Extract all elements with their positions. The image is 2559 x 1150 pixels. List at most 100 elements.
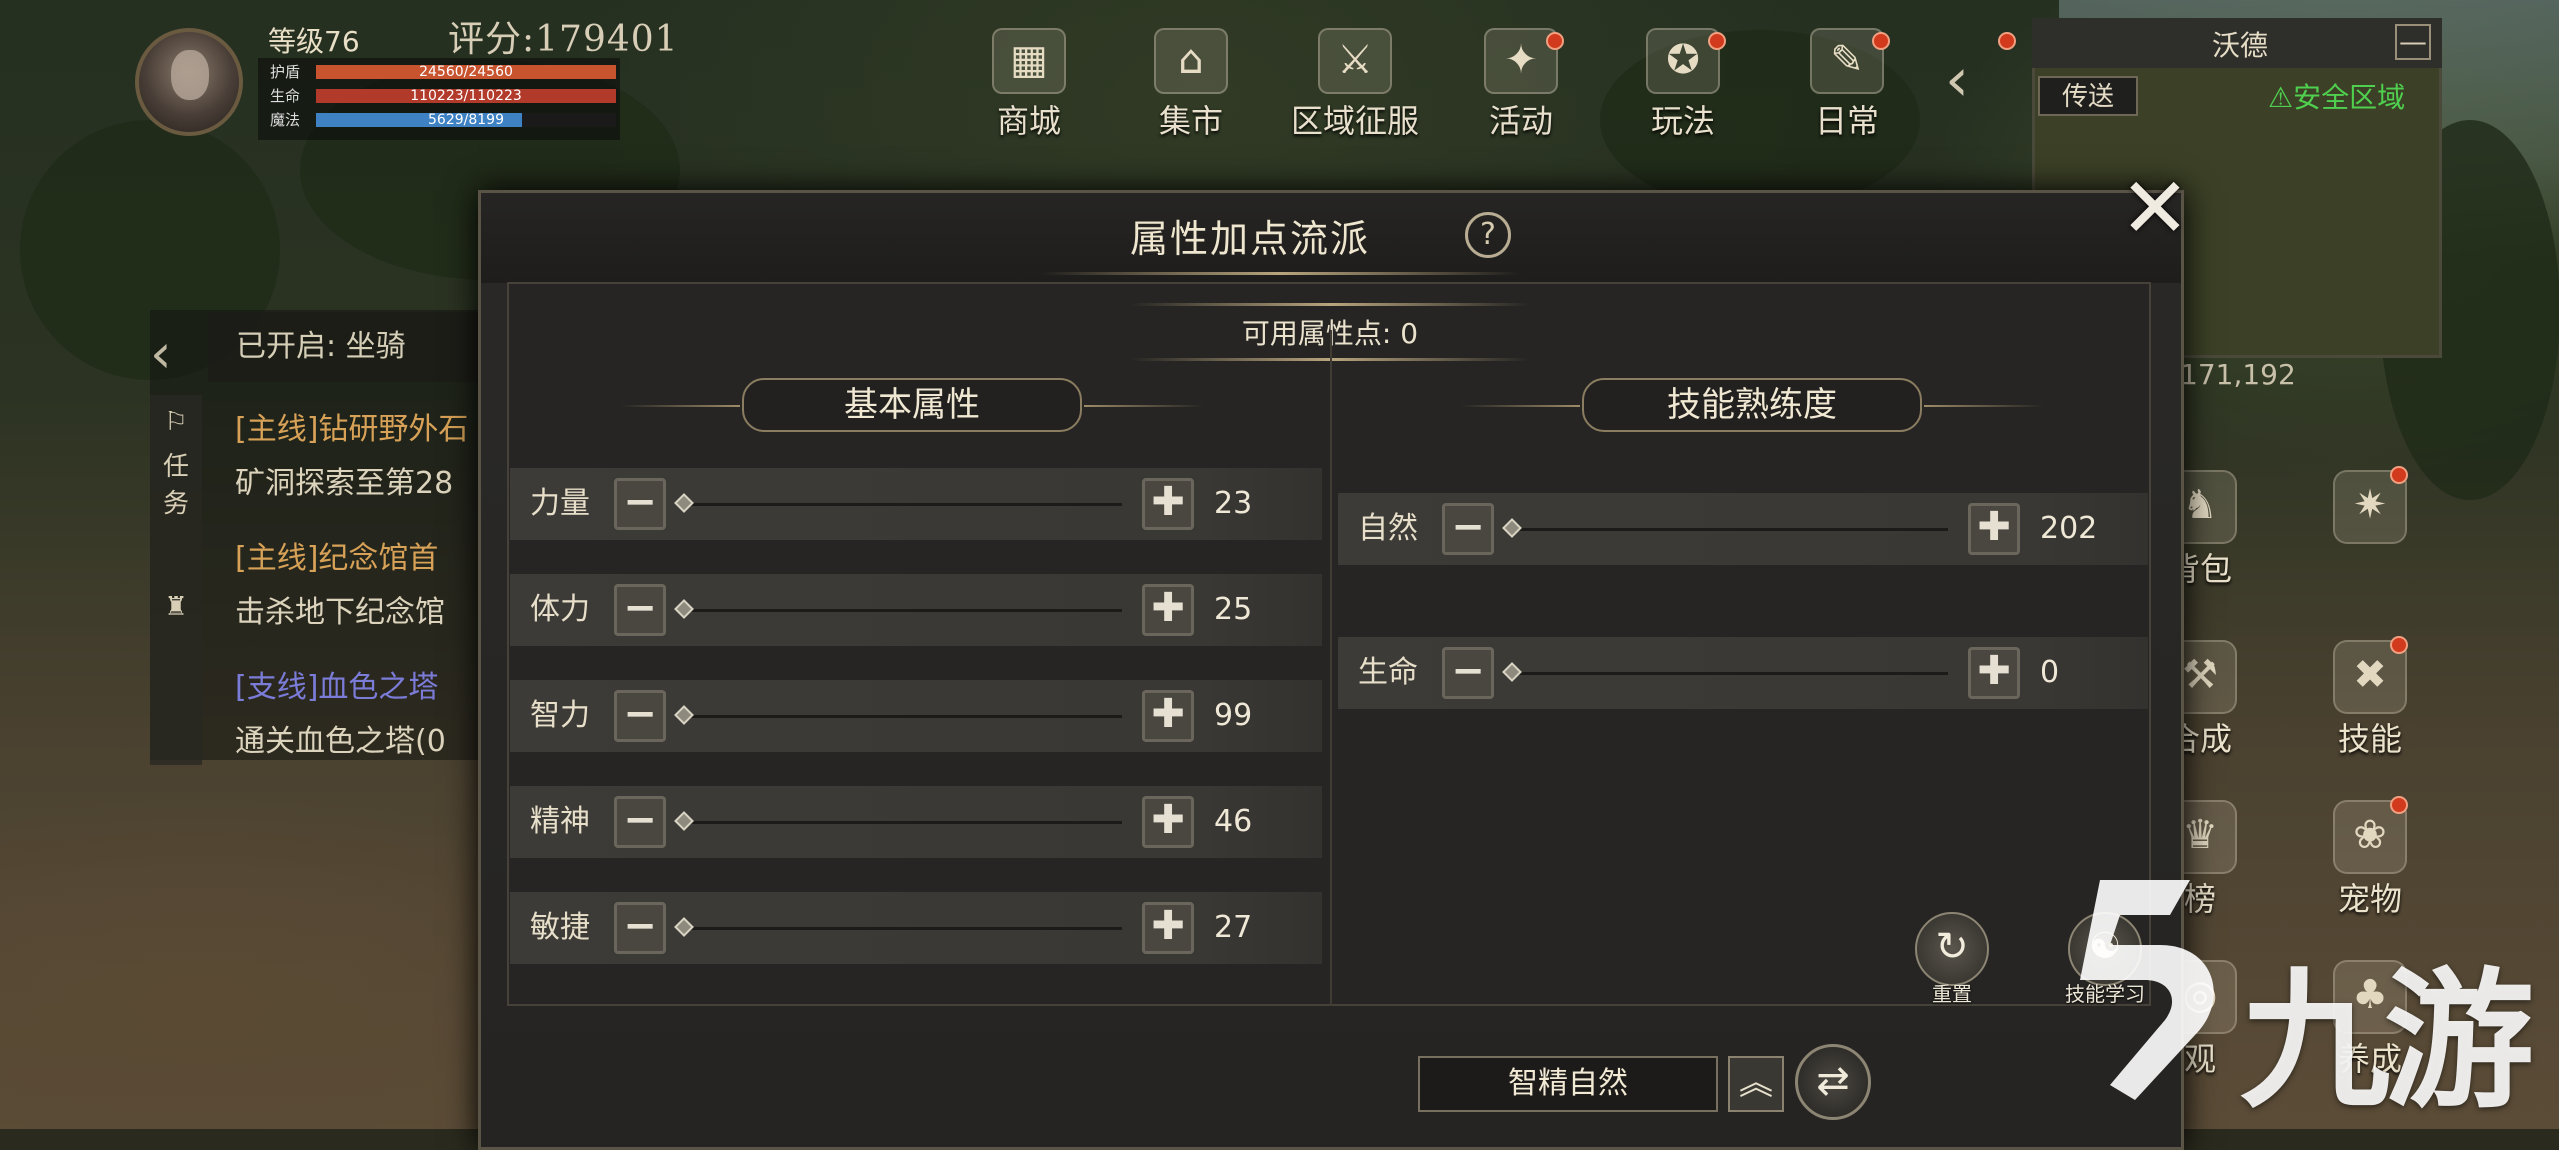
attribute-row: 自然 − ✚ 202 <box>1338 493 2148 565</box>
quest-tab-label[interactable]: 任 <box>150 450 202 484</box>
collapse-quest-icon[interactable]: ‹ <box>150 322 172 385</box>
dialog-title: 属性加点流派 <box>1129 217 1370 261</box>
side-menu-item[interactable]: ✷ <box>2310 466 2430 544</box>
quest-title[interactable]: [支线]血色之塔 <box>235 662 480 706</box>
attribute-slider-track[interactable] <box>1510 528 1948 531</box>
increase-button[interactable]: ✚ <box>1142 690 1194 742</box>
attribute-label: 自然 <box>1358 511 1418 546</box>
chevron-left-icon[interactable]: ‹ <box>1945 50 1995 110</box>
quest-title[interactable]: [主线]钻研野外石 <box>235 404 480 448</box>
player-coordinates: 171,192 <box>2180 358 2296 391</box>
side-menu-label: 技能 <box>2337 720 2402 758</box>
attribute-label: 精神 <box>530 804 590 839</box>
safe-zone-indicator: ⚠安全区域 <box>2268 76 2405 116</box>
increase-button[interactable]: ✚ <box>1142 478 1194 530</box>
attribute-slider-track[interactable] <box>682 821 1122 824</box>
topmenu-item[interactable]: ▦ 商城 <box>964 28 1094 142</box>
attribute-label: 智力 <box>530 698 590 733</box>
increase-button[interactable]: ✚ <box>1142 584 1194 636</box>
quest-tab-label[interactable]: 务 <box>150 487 202 521</box>
quest-description[interactable]: 击杀地下纪念馆 <box>235 587 480 631</box>
title-ornament <box>1040 272 1520 275</box>
attribute-slider-track[interactable] <box>1510 672 1948 675</box>
decrease-button[interactable]: − <box>1442 503 1494 555</box>
attribute-row: 力量 − ✚ 23 <box>510 468 1322 540</box>
increase-button[interactable]: ✚ <box>1968 647 2020 699</box>
preset-selector[interactable]: 智精自然 <box>1418 1056 1718 1112</box>
team-tab-icon[interactable]: ♜ <box>150 590 202 624</box>
attribute-row: 体力 − ✚ 25 <box>510 574 1322 646</box>
quest-title[interactable]: [主线]纪念馆首 <box>235 533 480 577</box>
header-ornament-right <box>1084 405 1204 407</box>
attribute-row: 智力 − ✚ 99 <box>510 680 1322 752</box>
attribute-slider-track[interactable] <box>682 715 1122 718</box>
topmenu-item[interactable]: ✪ 玩法 <box>1618 28 1748 142</box>
slider-handle[interactable] <box>674 493 694 513</box>
market-icon: ⌂ <box>1154 28 1228 94</box>
reset-icon: ↻ <box>1915 912 1989 986</box>
side-menu-item[interactable]: ✖ 技能 <box>2310 636 2430 760</box>
topmenu-label: 日常 <box>1814 102 1879 140</box>
points-ornament-top <box>1130 303 1530 306</box>
attribute-value: 202 <box>2040 511 2098 546</box>
preset-expand-button[interactable]: ︽ <box>1728 1056 1784 1112</box>
column-divider <box>1330 330 1332 1006</box>
slider-handle[interactable] <box>674 599 694 619</box>
decrease-button[interactable]: − <box>614 902 666 954</box>
slider-handle[interactable] <box>1502 662 1522 682</box>
side-menu-item[interactable]: ❀ 宠物 <box>2310 796 2430 920</box>
attribute-row: 精神 − ✚ 46 <box>510 786 1322 858</box>
slider-handle[interactable] <box>674 811 694 831</box>
decrease-button[interactable]: − <box>614 796 666 848</box>
header-ornament-left <box>1460 405 1580 407</box>
minimap-collapse-button[interactable]: — <box>2395 24 2431 60</box>
attribute-value: 99 <box>1214 698 1253 733</box>
decrease-button[interactable]: − <box>614 478 666 530</box>
stat-value: 5629/8199 <box>428 112 504 128</box>
attribute-label: 敏捷 <box>530 910 590 945</box>
attribute-slider-track[interactable] <box>682 609 1122 612</box>
side-menu-label: 宠物 <box>2337 880 2402 918</box>
topmenu-label: 区域征服 <box>1290 102 1419 140</box>
attribute-value: 27 <box>1214 910 1253 945</box>
attribute-slider-track[interactable] <box>682 927 1122 930</box>
player-avatar[interactable] <box>135 28 243 136</box>
stat-value: 110223/110223 <box>410 88 522 104</box>
slider-handle[interactable] <box>674 705 694 725</box>
topmenu-item[interactable]: ✎ 日常 <box>1782 28 1912 142</box>
quest-description[interactable]: 矿洞探索至第28 <box>235 458 480 502</box>
close-button[interactable]: ✕ <box>2115 166 2195 250</box>
topmenu-item[interactable]: ⚔ 区域征服 <box>1290 28 1420 142</box>
minimap-zone-name: 沃德 <box>2211 29 2268 62</box>
topmenu-label: 集市 <box>1158 102 1223 140</box>
increase-button[interactable]: ✚ <box>1142 902 1194 954</box>
increase-button[interactable]: ✚ <box>1968 503 2020 555</box>
attribute-label: 力量 <box>530 486 590 521</box>
topmenu-item[interactable]: ✦ 活动 <box>1456 28 1586 142</box>
switch-preset-button[interactable]: ⇄ <box>1795 1044 1871 1120</box>
decrease-button[interactable]: − <box>1442 647 1494 699</box>
quest-tab-bar: ⚐ 任 务 ♜ <box>150 395 202 765</box>
decrease-button[interactable]: − <box>614 584 666 636</box>
increase-button[interactable]: ✚ <box>1142 796 1194 848</box>
notification-dot <box>1708 32 1726 50</box>
player-level: 等级76 <box>268 25 360 58</box>
watermark-text: 九游 <box>2240 955 2534 1129</box>
decrease-button[interactable]: − <box>614 690 666 742</box>
attribute-label: 生命 <box>1358 655 1418 690</box>
stat-bar: 5629/8199 <box>316 112 616 128</box>
conquest-icon: ⚔ <box>1318 28 1392 94</box>
help-icon[interactable]: ? <box>1465 212 1511 258</box>
quest-tab-icon[interactable]: ⚐ <box>150 405 202 439</box>
stat-value: 24560/24560 <box>419 64 513 80</box>
reset-button[interactable]: ↻ 重置 <box>1912 912 1992 1007</box>
attribute-slider-track[interactable] <box>682 503 1122 506</box>
topmenu-item[interactable]: ⌂ 集市 <box>1126 28 1256 142</box>
attribute-value: 0 <box>2040 655 2060 690</box>
quest-description[interactable]: 通关血色之塔(0 <box>235 716 480 760</box>
header-ornament-right <box>1924 405 2044 407</box>
skill-proficiency-header: 技能熟练度 <box>1582 378 1922 432</box>
slider-handle[interactable] <box>674 917 694 937</box>
slider-handle[interactable] <box>1502 518 1522 538</box>
teleport-button[interactable]: 传送 <box>2038 76 2138 116</box>
